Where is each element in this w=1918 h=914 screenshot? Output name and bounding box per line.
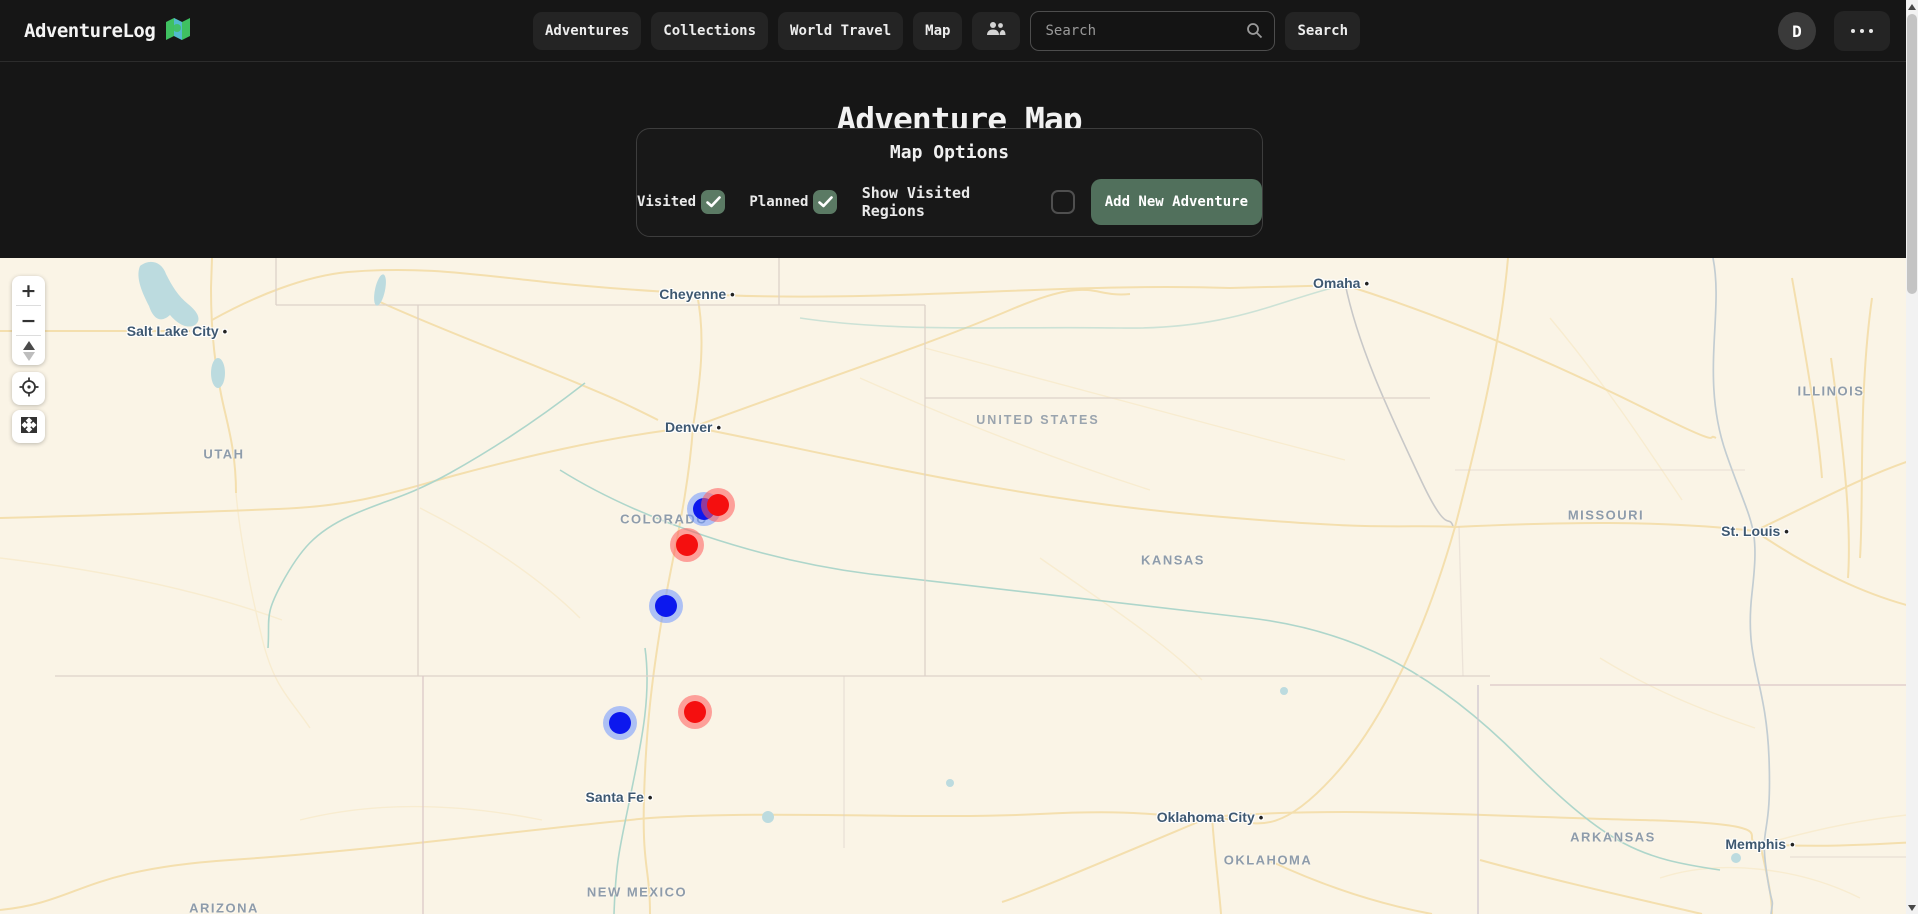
page-scrollbar[interactable] — [1906, 0, 1918, 914]
ellipsis-icon — [1851, 29, 1873, 33]
visited-toggle-group: Visited — [637, 190, 725, 214]
nav-collections-button[interactable]: Collections — [651, 12, 768, 50]
main-nav: Adventures Collections World Travel Map … — [533, 0, 1360, 62]
fullscreen-icon — [19, 415, 39, 438]
zoom-in-button[interactable]: + — [12, 276, 45, 305]
top-navbar: AdventureLog Adventures Collections Worl… — [0, 0, 1918, 62]
show-visited-regions-label: Show Visited Regions — [862, 184, 1038, 220]
search-input[interactable] — [1030, 11, 1275, 51]
plus-icon: + — [21, 280, 37, 302]
header-right: D — [1778, 0, 1890, 62]
nav-world-travel-button[interactable]: World Travel — [778, 12, 903, 50]
fullscreen-button[interactable] — [12, 410, 45, 443]
planned-toggle-group: Planned — [749, 190, 837, 214]
logo-map-icon — [165, 16, 191, 46]
red-adventure-marker[interactable] — [670, 528, 704, 562]
minus-icon: − — [21, 310, 37, 332]
map-options-row: Visited Planned Show Visited Regions Add… — [637, 179, 1262, 225]
state-label: NEW MEXICO — [587, 885, 687, 900]
map-canvas[interactable]: Salt Lake City• Cheyenne• Denver• Omaha• St.… — [0, 258, 1918, 914]
state-label: ILLINOIS — [1798, 384, 1865, 399]
checkmark-icon — [706, 196, 721, 208]
add-new-adventure-button[interactable]: Add New Adventure — [1091, 179, 1262, 225]
city-label: Memphis• — [1725, 836, 1794, 852]
compass-icon — [23, 341, 35, 361]
city-label: Omaha• — [1313, 275, 1369, 291]
state-label: UTAH — [203, 447, 244, 462]
country-label: UNITED STATES — [976, 413, 1099, 427]
map-artwork — [0, 258, 1918, 914]
scrollbar-up-arrow[interactable] — [1906, 0, 1918, 13]
planned-label: Planned — [749, 194, 808, 210]
geolocate-button[interactable] — [12, 372, 45, 405]
search-icon — [1246, 22, 1263, 43]
city-label: Salt Lake City• — [127, 323, 227, 339]
geolocate-icon — [19, 377, 39, 400]
red-adventure-marker[interactable] — [678, 695, 712, 729]
nav-map-button[interactable]: Map — [913, 12, 962, 50]
show-regions-toggle-group: Show Visited Regions — [862, 184, 1075, 220]
scrollbar-down-arrow[interactable] — [1906, 901, 1918, 914]
blue-adventure-marker[interactable] — [649, 589, 683, 623]
search-field-wrap — [1030, 11, 1275, 51]
city-label: Denver• — [665, 419, 721, 435]
search-button[interactable]: Search — [1285, 12, 1360, 50]
compass-button[interactable] — [12, 336, 45, 365]
map-zoom-control: + − — [12, 276, 45, 365]
show-visited-regions-checkbox[interactable] — [1051, 190, 1074, 214]
red-adventure-marker[interactable] — [701, 488, 735, 522]
city-label: Cheyenne• — [659, 286, 734, 302]
nav-adventures-button[interactable]: Adventures — [533, 12, 641, 50]
state-label: KANSAS — [1141, 553, 1205, 568]
overflow-menu-button[interactable] — [1834, 11, 1890, 51]
map-options-title: Map Options — [637, 142, 1262, 163]
state-label: ARKANSAS — [1570, 830, 1656, 845]
blue-adventure-marker[interactable] — [603, 706, 637, 740]
state-label: ARIZONA — [189, 901, 259, 914]
scrollbar-thumb[interactable] — [1907, 14, 1917, 294]
avatar[interactable]: D — [1778, 12, 1816, 50]
map-options-card: Map Options Visited Planned Show Visited… — [636, 128, 1263, 237]
logo[interactable]: AdventureLog — [24, 0, 191, 62]
checkmark-icon — [818, 196, 833, 208]
zoom-out-button[interactable]: − — [12, 306, 45, 335]
users-button[interactable] — [972, 12, 1020, 50]
city-label: Oklahoma City• — [1157, 809, 1264, 825]
state-label: MISSOURI — [1568, 508, 1644, 523]
people-icon — [986, 21, 1006, 41]
state-label: OKLAHOMA — [1224, 853, 1313, 868]
city-label: St. Louis• — [1721, 523, 1789, 539]
visited-checkbox[interactable] — [701, 190, 725, 214]
planned-checkbox[interactable] — [813, 190, 837, 214]
visited-label: Visited — [637, 194, 696, 210]
logo-text: AdventureLog — [24, 20, 155, 42]
city-label: Santa Fe• — [586, 789, 653, 805]
